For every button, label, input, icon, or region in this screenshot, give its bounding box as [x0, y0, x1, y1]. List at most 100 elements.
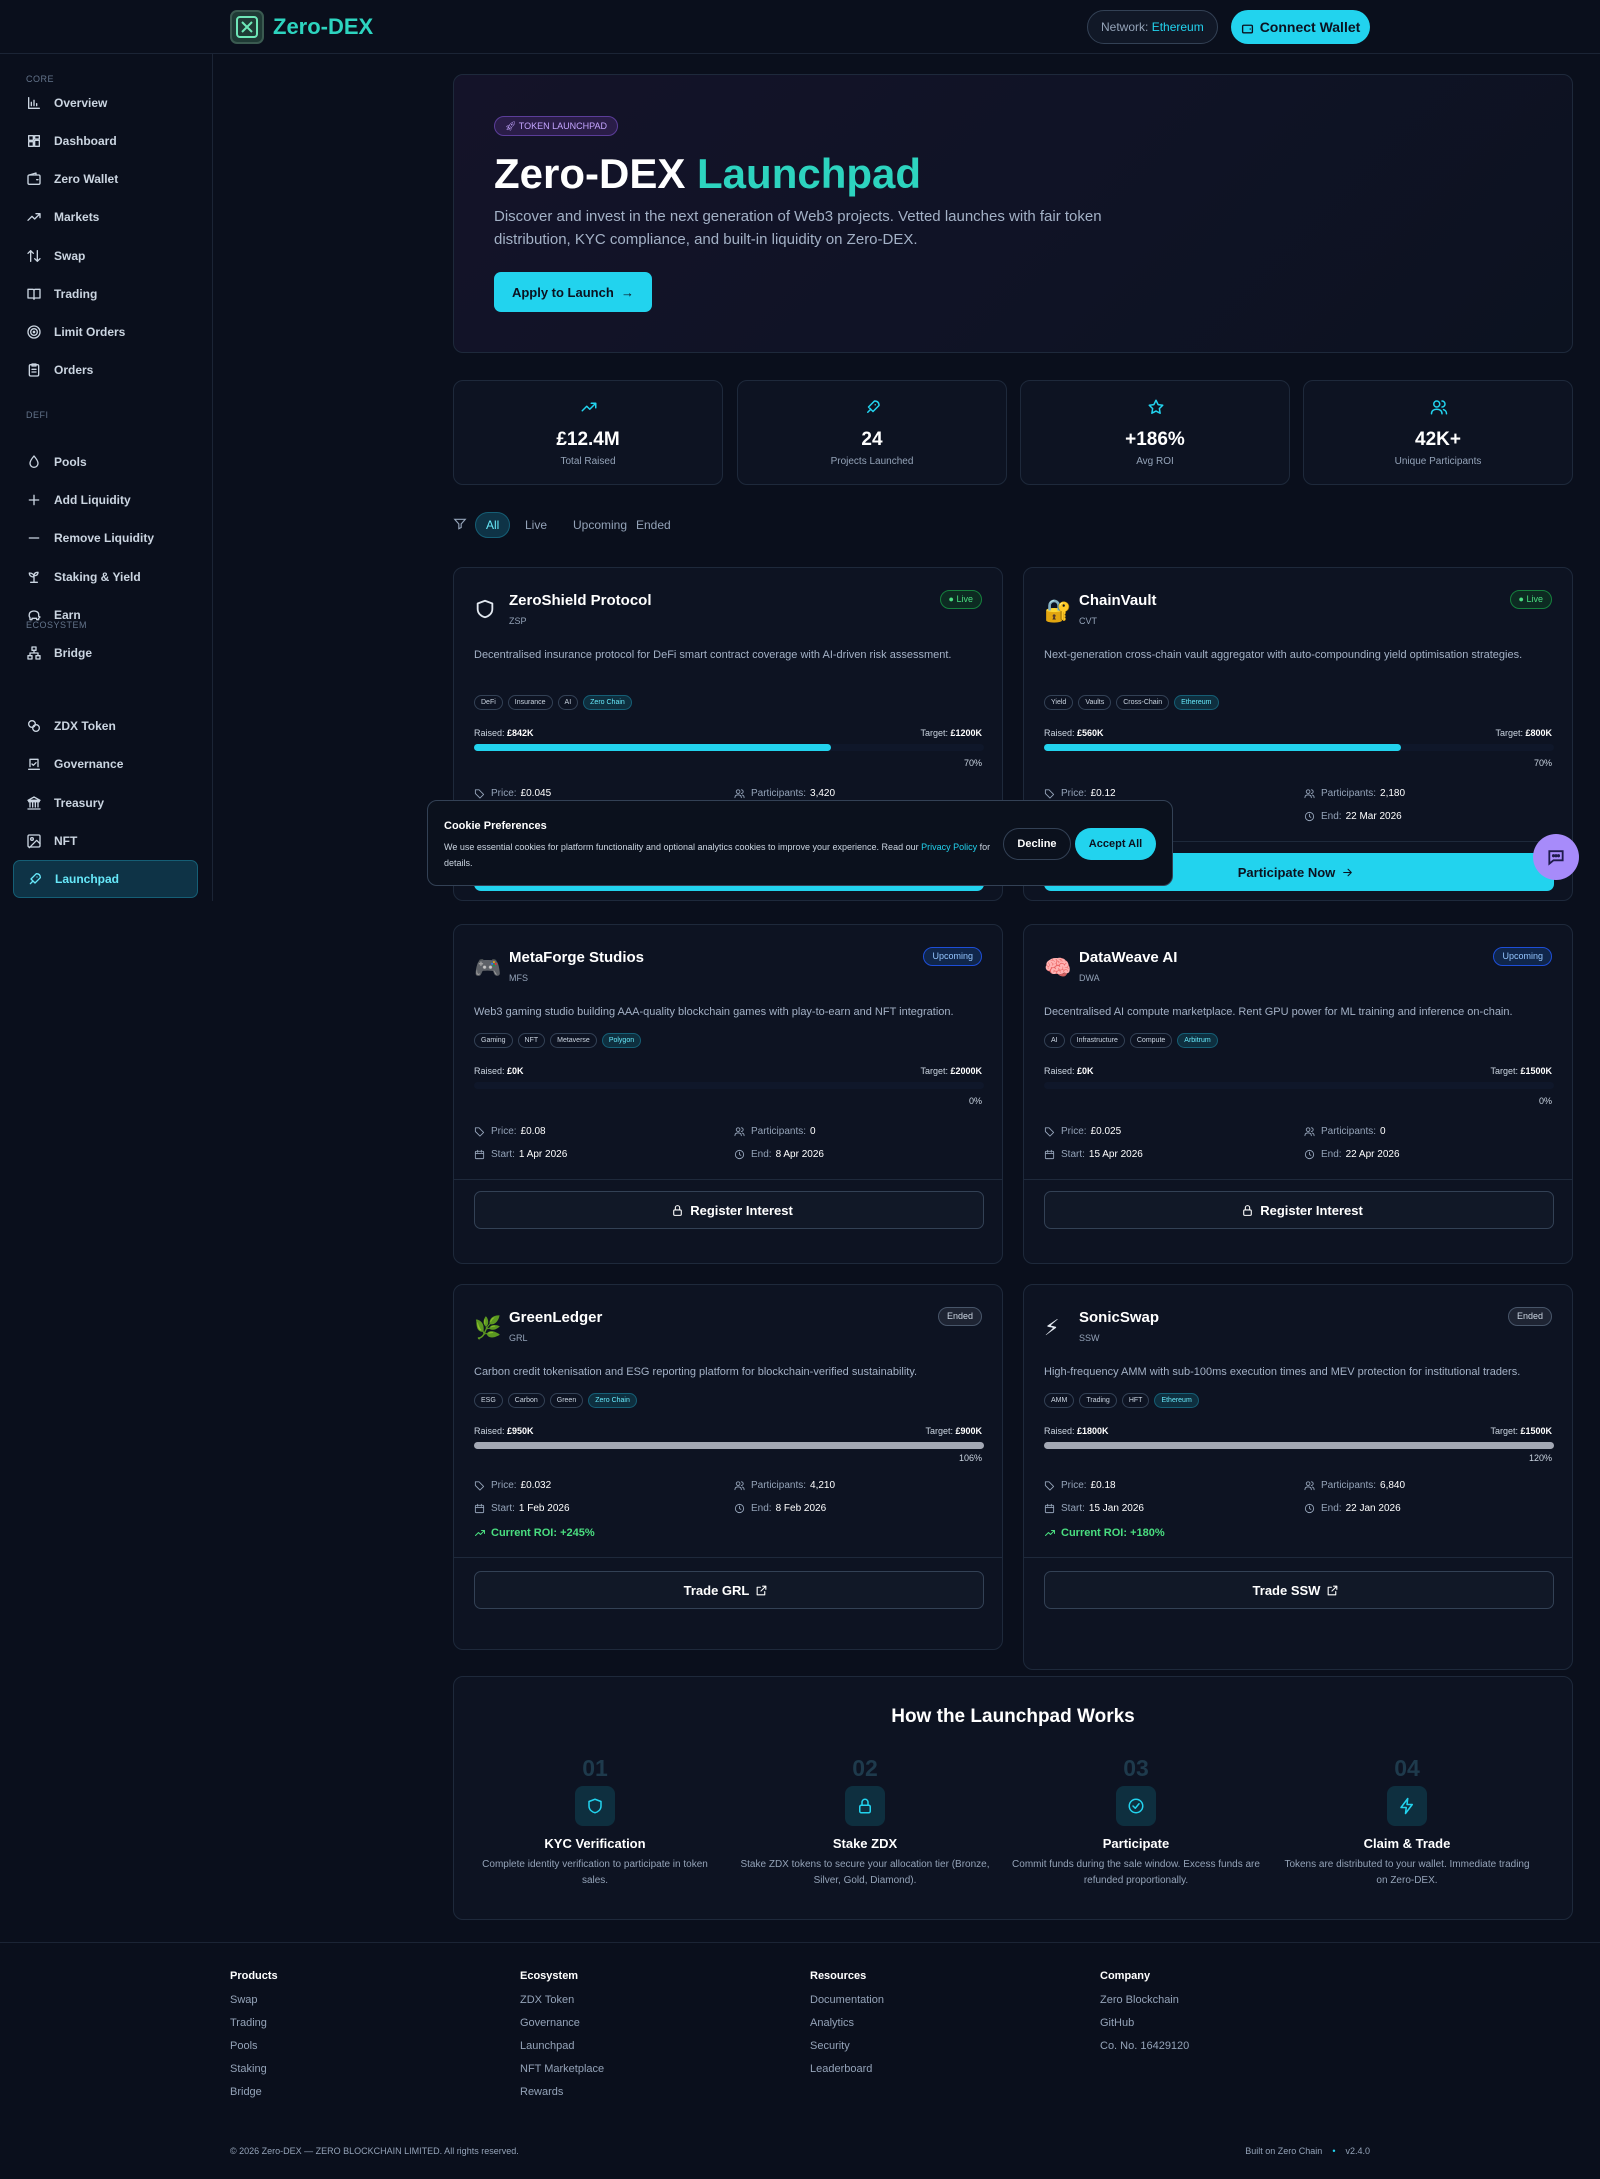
- progress-fill: [474, 1442, 984, 1449]
- sidebar-item-dashboard[interactable]: Dashboard: [13, 122, 198, 160]
- project-symbol: MFS: [509, 973, 528, 983]
- sidebar-item-swap[interactable]: Swap: [13, 237, 198, 275]
- tag: Metaverse: [550, 1033, 597, 1048]
- calendar-icon: [474, 1149, 491, 1160]
- card-divider: [1024, 1557, 1572, 1558]
- copyright: © 2026 Zero-DEX — ZERO BLOCKCHAIN LIMITE…: [230, 2146, 519, 2156]
- footer-link[interactable]: ZDX Token: [520, 1994, 604, 2017]
- register-interest-button[interactable]: Register Interest: [1044, 1191, 1554, 1229]
- built-on: Built on Zero Chain: [1245, 2146, 1323, 2156]
- footer-link[interactable]: Rewards: [520, 2086, 604, 2109]
- tag-list: DeFi Insurance AI Zero Chain: [474, 695, 632, 710]
- sidebar-item-nft[interactable]: NFT: [13, 822, 198, 860]
- footer-link[interactable]: Leaderboard: [810, 2063, 884, 2086]
- plus-icon: [26, 492, 54, 508]
- sidebar-item-pools[interactable]: Pools: [13, 443, 198, 481]
- trending-up-icon: [580, 398, 598, 416]
- tag-icon: [474, 1480, 491, 1491]
- footer-link[interactable]: Security: [810, 2040, 884, 2063]
- connect-wallet-button[interactable]: Connect Wallet: [1231, 10, 1370, 44]
- users-icon: [1304, 1126, 1321, 1137]
- filter-tab-ended[interactable]: Ended: [626, 512, 681, 538]
- sidebar-item-label: Dashboard: [54, 134, 117, 148]
- filter-tab-live[interactable]: Live: [515, 512, 557, 538]
- target-icon: [26, 324, 54, 340]
- logo-icon[interactable]: [230, 10, 264, 44]
- how-step: 04 Claim & Trade Tokens are distributed to…: [1282, 1755, 1532, 1889]
- accept-all-button[interactable]: Accept All: [1075, 828, 1156, 860]
- brand-name[interactable]: Zero-DEX: [273, 14, 373, 40]
- sidebar-item-limit-orders[interactable]: Limit Orders: [13, 313, 198, 351]
- register-interest-button[interactable]: Register Interest: [474, 1191, 984, 1229]
- progress-fill: [1044, 1442, 1554, 1449]
- sidebar-item-remove-liquidity[interactable]: Remove Liquidity: [13, 519, 198, 557]
- project-card: 🎮 MetaForge Studios MFS Upcoming Web3 gaming…: [453, 924, 1003, 1264]
- clock-icon: [1304, 1503, 1321, 1514]
- sidebar-item-earn[interactable]: Earn: [13, 596, 198, 634]
- filter-tab-all[interactable]: All: [475, 512, 511, 538]
- how-title: How the Launchpad Works: [891, 1706, 1135, 1727]
- sidebar-item-trading[interactable]: Trading: [13, 275, 198, 313]
- footer-link[interactable]: Bridge: [230, 2086, 278, 2109]
- network-value: Ethereum: [1151, 20, 1204, 34]
- chat-button[interactable]: [1533, 834, 1579, 880]
- sidebar-item-add-liquidity[interactable]: Add Liquidity: [13, 481, 198, 519]
- sidebar-item-label: Bridge: [54, 646, 93, 660]
- decline-button[interactable]: Decline: [1003, 828, 1071, 860]
- footer-link[interactable]: Analytics: [810, 2017, 884, 2040]
- footer-link[interactable]: Trading: [230, 2017, 278, 2040]
- trade-grl-button[interactable]: Trade GRL: [474, 1571, 984, 1609]
- sidebar-section-label: CORE: [26, 74, 55, 84]
- footer-link[interactable]: GitHub: [1100, 2017, 1189, 2040]
- sidebar-item-partial[interactable]: [13, 896, 198, 901]
- sidebar-item-zdx-token[interactable]: ZDX Token: [13, 707, 198, 745]
- progress-percent: 70%: [1533, 758, 1552, 768]
- users-icon: [734, 1480, 751, 1491]
- sidebar-item-treasury[interactable]: Treasury: [13, 784, 198, 822]
- privacy-policy-link[interactable]: Privacy Policy: [921, 842, 977, 852]
- apply-to-launch-button[interactable]: Apply to Launch →: [494, 272, 652, 312]
- target-amount: Target: £1200K: [920, 728, 982, 738]
- sidebar-item-markets[interactable]: Markets: [13, 198, 198, 236]
- progress-percent: 120%: [1528, 1453, 1552, 1463]
- progress-bar: [474, 1442, 984, 1449]
- footer-column: Products Swap Trading Pools Staking Bridge: [230, 1970, 278, 2109]
- sidebar-item-orders[interactable]: Orders: [13, 351, 198, 389]
- network-selector[interactable]: Network: Ethereum: [1087, 10, 1218, 44]
- card-divider: [454, 1557, 1002, 1558]
- progress-bar: [474, 744, 984, 751]
- chain-tag: Zero Chain: [583, 695, 632, 710]
- trade-ssw-button[interactable]: Trade SSW: [1044, 1571, 1554, 1609]
- footer-link[interactable]: Governance: [520, 2017, 604, 2040]
- tag: Yield: [1044, 695, 1074, 710]
- project-description: Web3 gaming studio building AAA-quality …: [474, 1006, 954, 1018]
- footer-link[interactable]: Documentation: [810, 1994, 884, 2017]
- footer-link[interactable]: Swap: [230, 1994, 278, 2017]
- project-card: ⚡ SonicSwap SSW Ended High-frequency AMM wit…: [1023, 1284, 1573, 1670]
- rocket-icon: [27, 871, 55, 887]
- external-link-icon: [749, 1584, 774, 1597]
- footer-link[interactable]: Staking: [230, 2063, 278, 2086]
- footer-link[interactable]: Zero Blockchain: [1100, 1994, 1189, 2017]
- sidebar-item-zero-wallet[interactable]: Zero Wallet: [13, 160, 198, 198]
- footer-link[interactable]: NFT Marketplace: [520, 2063, 604, 2086]
- sidebar-item-governance[interactable]: Governance: [13, 745, 198, 783]
- step-number: 04: [1394, 1755, 1420, 1781]
- footer-column: Company Zero Blockchain GitHub Co. No. 1642…: [1100, 1970, 1189, 2063]
- project-symbol: DWA: [1079, 973, 1100, 983]
- lock-icon: [665, 1204, 690, 1217]
- footer-link[interactable]: Launchpad: [520, 2040, 604, 2063]
- stat-card: 42K+ Unique Participants: [1303, 380, 1573, 485]
- hero-description: Discover and invest in the next generati…: [494, 208, 1102, 248]
- footer-link[interactable]: Pools: [230, 2040, 278, 2063]
- sidebar-item-bridge[interactable]: Bridge: [13, 634, 198, 672]
- footer-link[interactable]: Co. No. 16429120: [1100, 2040, 1189, 2063]
- chain-tag: Ethereum: [1174, 695, 1219, 710]
- sidebar-item-staking-yield[interactable]: Staking & Yield: [13, 558, 198, 596]
- tag-icon: [1044, 1480, 1061, 1491]
- sidebar-item-label: NFT: [54, 834, 78, 848]
- sidebar-item-overview[interactable]: Overview: [13, 84, 198, 122]
- stat-label: Unique Participants: [1394, 456, 1482, 467]
- lock-emoji-icon: 🔐: [1044, 599, 1072, 624]
- sidebar-item-launchpad[interactable]: Launchpad: [13, 860, 198, 898]
